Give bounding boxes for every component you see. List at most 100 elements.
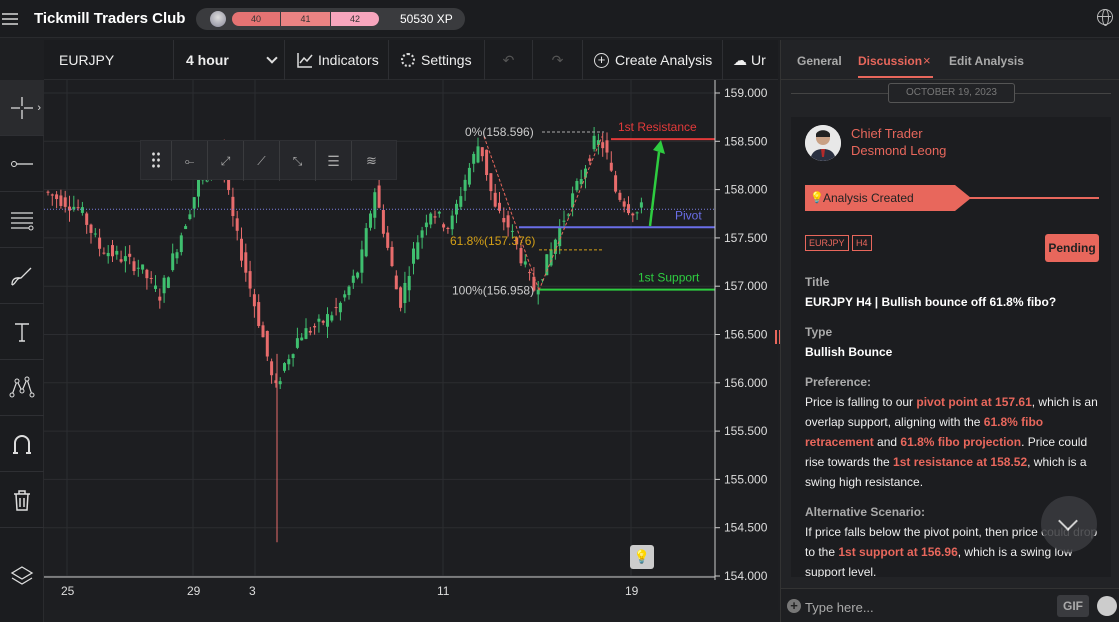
delete-tool[interactable] bbox=[0, 472, 44, 528]
candle-body bbox=[356, 272, 360, 278]
symbol-tag: EURJPY bbox=[805, 235, 849, 251]
candle-body bbox=[330, 315, 334, 321]
candle-body bbox=[407, 276, 411, 291]
target-arrow-head bbox=[653, 140, 665, 154]
candle-body bbox=[317, 318, 321, 322]
candle-body bbox=[360, 249, 364, 273]
redo-button[interactable]: ↷ bbox=[533, 40, 583, 80]
alternative-label: Alternative Scenario: bbox=[805, 505, 926, 519]
candle-body bbox=[386, 232, 390, 248]
candle-body bbox=[416, 242, 420, 260]
indicators-button[interactable]: Indicators bbox=[285, 40, 389, 80]
candle-body bbox=[343, 294, 347, 298]
tool-fib-fan[interactable]: ≋ bbox=[351, 141, 391, 181]
candle-body bbox=[562, 220, 566, 222]
undo-button[interactable]: ↶ bbox=[485, 40, 533, 80]
candle-body bbox=[235, 218, 239, 231]
create-analysis-button[interactable]: + Create Analysis bbox=[583, 40, 723, 80]
fib-0-label: 0%(158.596) bbox=[465, 125, 534, 139]
lightbulb-button[interactable]: 💡 bbox=[630, 545, 654, 569]
crosshair-tool[interactable]: › bbox=[0, 80, 44, 136]
indicators-label: Indicators bbox=[318, 52, 379, 68]
candle-body bbox=[545, 254, 549, 276]
close-icon[interactable]: × bbox=[923, 53, 931, 68]
message-composer: + GIF bbox=[781, 588, 1119, 622]
highlight-pivot: pivot point at 157.61 bbox=[916, 395, 1032, 409]
candle-body bbox=[244, 252, 248, 273]
gif-button[interactable]: GIF bbox=[1057, 595, 1089, 617]
candle-body bbox=[377, 185, 381, 208]
price-chart[interactable]: 1st Resistance Pivot 1st Support 0%(158.596… bbox=[44, 80, 778, 610]
fib-tool[interactable] bbox=[0, 192, 44, 248]
candle-body bbox=[192, 197, 196, 209]
tool-parallel-channel[interactable]: ☰ bbox=[315, 141, 351, 181]
candle-body bbox=[334, 307, 338, 309]
candle-body bbox=[59, 195, 63, 206]
tool-horizontal-ray[interactable]: ⟜ bbox=[171, 141, 207, 181]
candle-body bbox=[158, 296, 162, 301]
candle-body bbox=[467, 167, 471, 185]
author-role: Chief Trader bbox=[851, 126, 923, 141]
y-tick-label: 159.000 bbox=[724, 86, 768, 100]
tab-general[interactable]: General bbox=[797, 54, 842, 68]
layers-icon bbox=[10, 566, 34, 585]
drawing-toolbar: ⟜ ⤢ ⟋ ⤡ ☰ ≋ bbox=[140, 140, 397, 181]
candle-body bbox=[197, 179, 200, 197]
banner-label: Analysis Created bbox=[823, 191, 914, 205]
text-tool[interactable] bbox=[0, 304, 44, 360]
preference-label: Preference: bbox=[805, 375, 872, 389]
upload-button[interactable]: ☁ Ur bbox=[723, 40, 778, 80]
brush-tool[interactable] bbox=[0, 248, 44, 304]
x-tick-label: 3 bbox=[249, 584, 256, 598]
candle-body bbox=[575, 181, 579, 191]
add-attachment-icon[interactable]: + bbox=[787, 599, 801, 613]
globe-icon[interactable] bbox=[1097, 9, 1113, 26]
candle-body bbox=[592, 135, 596, 150]
x-tick-label: 19 bbox=[625, 584, 639, 598]
emoji-icon[interactable] bbox=[1097, 596, 1117, 616]
candle-body bbox=[278, 381, 282, 385]
candle-body bbox=[166, 277, 170, 288]
candle-body bbox=[369, 213, 372, 228]
tool-trend-line[interactable]: ⟋ bbox=[243, 141, 279, 181]
symbol-selector[interactable]: EURJPY bbox=[44, 40, 174, 80]
candle-body bbox=[601, 142, 605, 149]
y-tick-label: 158.000 bbox=[724, 183, 768, 197]
settings-label: Settings bbox=[421, 52, 472, 68]
candle-body bbox=[609, 162, 613, 171]
candle-body bbox=[287, 359, 291, 365]
pattern-tool[interactable] bbox=[0, 360, 44, 416]
candle-body bbox=[283, 363, 286, 371]
target-arrow-shaft bbox=[648, 151, 661, 227]
tab-edit-analysis[interactable]: Edit Analysis bbox=[949, 54, 1024, 68]
layers-tool[interactable] bbox=[0, 548, 44, 604]
candle-body bbox=[364, 228, 368, 257]
text-run: and bbox=[873, 435, 901, 449]
scroll-down-button[interactable] bbox=[1041, 496, 1097, 552]
gear-icon bbox=[401, 53, 415, 67]
redo-icon: ↷ bbox=[551, 51, 564, 68]
candle-body bbox=[252, 294, 256, 307]
undo-icon: ↶ bbox=[502, 51, 515, 68]
fib-618-label: 61.8%(157.376) bbox=[450, 234, 535, 248]
line-tool[interactable] bbox=[0, 136, 44, 192]
message-input[interactable] bbox=[805, 596, 1045, 618]
hamburger-menu-icon[interactable] bbox=[2, 10, 18, 26]
timeframe-select[interactable]: 4 hour bbox=[174, 40, 285, 80]
analysis-panel: General Discussion × Edit Analysis OCTOB… bbox=[780, 40, 1119, 622]
y-tick-label: 158.500 bbox=[724, 134, 768, 148]
settings-button[interactable]: Settings bbox=[389, 40, 485, 80]
candle-body bbox=[403, 282, 407, 304]
crosshair-icon bbox=[11, 96, 33, 119]
magnet-tool[interactable] bbox=[0, 416, 44, 472]
cloud-upload-icon: ☁ bbox=[733, 51, 747, 68]
candle-body bbox=[106, 252, 110, 257]
drag-handle-icon[interactable] bbox=[151, 151, 161, 169]
candle-body bbox=[485, 149, 489, 176]
tool-extended-line[interactable]: ⤡ bbox=[279, 141, 315, 181]
highlight-support: 1st support at 156.96 bbox=[838, 545, 958, 559]
candle-body bbox=[489, 173, 493, 192]
tab-discussion[interactable]: Discussion bbox=[858, 54, 922, 68]
candle-body bbox=[614, 175, 618, 192]
tool-ray[interactable]: ⤢ bbox=[207, 141, 243, 181]
